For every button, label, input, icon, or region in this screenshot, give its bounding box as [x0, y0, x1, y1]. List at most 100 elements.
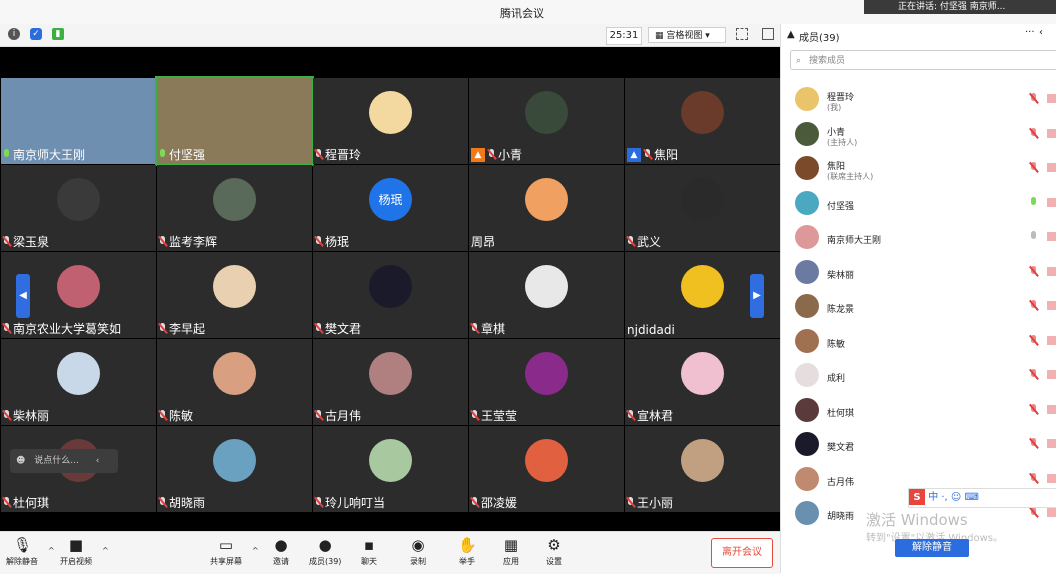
mic-muted-icon[interactable] [1031, 403, 1037, 415]
camera-off-icon[interactable] [1047, 94, 1056, 103]
video-tile[interactable]: 梁玉泉 [1, 165, 156, 251]
camera-off-icon[interactable] [1047, 404, 1056, 414]
mic-muted-icon[interactable] [1031, 472, 1037, 484]
close-icon[interactable]: ‹ [1039, 27, 1043, 38]
mic-muted-icon[interactable] [1031, 127, 1037, 139]
video-tile[interactable]: 监考李辉 [157, 165, 312, 251]
camera-off-icon[interactable] [1047, 266, 1056, 276]
participant-name-text: 邵凌媛 [481, 496, 518, 510]
mic-on-icon[interactable] [1031, 196, 1037, 208]
avatar [795, 294, 819, 318]
member-list-item[interactable]: 樊文君 [781, 429, 1056, 459]
video-tile[interactable]: 付坚强 [155, 76, 314, 166]
video-tile[interactable]: 南京师大王刚 [1, 78, 156, 164]
video-tile[interactable]: 陈敏 [157, 339, 312, 425]
view-selector[interactable]: ▦ 宫格视图 ▾ [648, 27, 726, 43]
camera-off-icon[interactable] [1047, 232, 1056, 241]
member-list-item[interactable]: 程晋玲 (我) [781, 84, 1056, 114]
unmute-button[interactable]: 🎙 解除静音 [6, 536, 38, 567]
collapse-icon[interactable]: ‹ [96, 456, 100, 466]
mic-muted-icon[interactable] [1031, 300, 1037, 311]
member-name: 樊文君 [827, 443, 855, 453]
share-options-icon[interactable]: ^ [252, 546, 259, 555]
camera-off-icon[interactable] [1047, 301, 1056, 310]
prev-page-button[interactable]: ◀ [16, 274, 30, 318]
emoji-icon[interactable]: ☻ [16, 456, 25, 466]
raise-hand-button[interactable]: ✋ 举手 [458, 536, 477, 567]
leave-meeting-button[interactable]: 离开会议 [711, 538, 773, 568]
camera-off-icon[interactable] [1047, 370, 1056, 379]
video-tile[interactable]: 王莹莹 [469, 339, 624, 425]
mic-muted-icon[interactable] [1031, 334, 1037, 346]
mic-muted-icon[interactable] [1031, 438, 1037, 449]
share-screen-button[interactable]: ▭ 共享屏幕 [210, 536, 242, 567]
video-tile[interactable]: 邵凌媛 [469, 426, 624, 512]
member-list-item[interactable]: 成利 [781, 360, 1056, 390]
more-icon[interactable]: ··· [1025, 27, 1035, 38]
member-list-item[interactable]: 陈龙景 [781, 291, 1056, 321]
invite-button[interactable]: ● 邀请 [272, 536, 290, 567]
video-tile[interactable]: 柴林丽 [1, 339, 156, 425]
participant-name: 监考李辉 [159, 233, 217, 250]
member-list-item[interactable]: 焦阳 (联席主持人) [781, 153, 1056, 183]
start-video-button[interactable]: ■ 开启视频 [60, 536, 92, 567]
avatar [795, 156, 819, 180]
avatar [795, 466, 819, 491]
member-list-item[interactable]: 付坚强 [781, 188, 1056, 218]
video-tile[interactable]: 程晋玲 [313, 78, 468, 164]
video-tile[interactable]: 胡晓雨 [157, 426, 312, 512]
participant-name-text: 小青 [498, 148, 523, 162]
member-search-input[interactable]: ⌕ 搜索成员 [790, 50, 1056, 70]
apps-button[interactable]: ▦ 应用 [502, 536, 520, 567]
chat-button[interactable]: ▪ 聊天 [360, 536, 378, 567]
record-button[interactable]: ◉ 录制 [409, 536, 427, 567]
chat-input[interactable]: ☻ 说点什么... ‹ [10, 449, 118, 473]
member-list-item[interactable]: 杜何琪 [781, 395, 1056, 425]
next-page-button[interactable]: ▶ [750, 274, 764, 318]
member-list-item[interactable]: 陈敏 [781, 326, 1056, 356]
mic-muted-icon[interactable] [1031, 369, 1037, 380]
camera-off-icon[interactable] [1047, 163, 1056, 172]
mic-muted-icon[interactable] [1031, 507, 1037, 518]
mic-muted-icon[interactable] [1031, 93, 1037, 104]
video-tile[interactable]: 章棋 [469, 252, 624, 338]
mic-muted-icon[interactable] [1031, 162, 1037, 173]
video-tile[interactable]: 樊文君 [313, 252, 468, 338]
video-tile[interactable]: 周昂 [469, 165, 624, 251]
video-tile[interactable]: 古月伟 [313, 339, 468, 425]
video-tile[interactable]: 杨珉 杨珉 [313, 165, 468, 251]
member-list-item[interactable]: 南京师大王刚 [781, 222, 1056, 252]
shield-icon[interactable]: ✓ [30, 28, 42, 40]
members-button[interactable]: ● 成员(39) [309, 536, 341, 567]
participant-name-text: 杜何琪 [13, 496, 50, 510]
settings-button[interactable]: ⚙ 设置 [545, 536, 563, 567]
camera-off-icon[interactable] [1047, 508, 1056, 517]
fullscreen-icon[interactable] [736, 28, 748, 40]
video-tile[interactable]: 宣林君 [625, 339, 780, 425]
mic-muted-icon[interactable] [1031, 265, 1037, 277]
window-title: 腾讯会议 [500, 7, 544, 20]
video-tile[interactable]: 武义 [625, 165, 780, 251]
audio-options-icon[interactable]: ^ [48, 546, 55, 555]
info-icon[interactable]: i [8, 28, 20, 40]
unmute-all-button[interactable]: 解除静音 [895, 539, 969, 557]
ime-toolbar[interactable]: S 中 ·, ☺ ⌨ [908, 488, 1056, 508]
camera-off-icon[interactable] [1047, 197, 1056, 207]
camera-off-icon[interactable] [1047, 473, 1056, 483]
video-tile[interactable]: 玲儿响叮当 [313, 426, 468, 512]
video-tile[interactable]: 王小丽 [625, 426, 780, 512]
sidebar-toggle-icon[interactable] [762, 28, 774, 40]
activate-windows-watermark: 激活 Windows [866, 511, 968, 529]
video-tile[interactable]: ▲ 小青 [469, 78, 624, 164]
video-tile[interactable]: 李早起 [157, 252, 312, 338]
signal-icon[interactable]: ▮ [52, 28, 64, 40]
camera-off-icon[interactable] [1047, 128, 1056, 138]
camera-off-icon[interactable] [1047, 335, 1056, 345]
mic-on-icon[interactable] [1031, 231, 1037, 242]
video-tile[interactable]: ▲ 焦阳 [625, 78, 780, 164]
camera-off-icon[interactable] [1047, 439, 1056, 448]
member-list-item[interactable]: 柴林丽 [781, 257, 1056, 287]
participant-name-text: 李早起 [169, 322, 206, 336]
video-options-icon[interactable]: ^ [102, 546, 109, 555]
member-list-item[interactable]: 小青 (主持人) [781, 119, 1056, 149]
